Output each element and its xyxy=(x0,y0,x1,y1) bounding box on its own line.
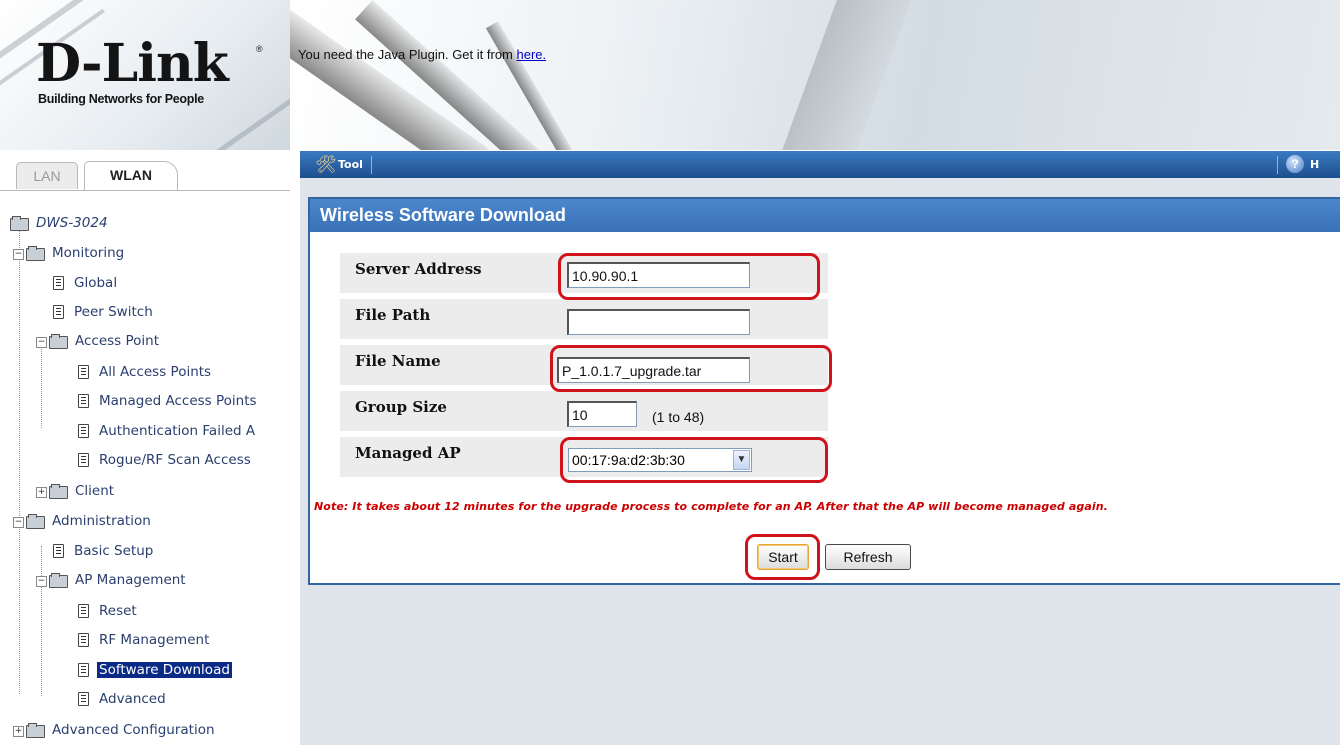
tree-node-peer-switch[interactable]: Peer Switch xyxy=(53,301,155,323)
upgrade-note: Note: It takes about 12 minutes for the … xyxy=(314,500,1108,513)
tree-node-monitoring[interactable]: − Monitoring xyxy=(13,242,126,264)
tree-node-access-point[interactable]: − Access Point xyxy=(36,330,161,352)
folder-icon xyxy=(49,484,68,499)
tree-node-software-download[interactable]: Software Download xyxy=(78,659,232,681)
folder-open-icon xyxy=(26,514,45,529)
refresh-button[interactable]: Refresh xyxy=(825,544,911,570)
page-title: Wireless Software Download xyxy=(320,205,566,225)
tree-node-advanced[interactable]: Advanced xyxy=(78,688,168,710)
start-button[interactable]: Start xyxy=(757,544,809,570)
tree-node-ap-management[interactable]: − AP Management xyxy=(36,569,188,591)
folder-open-icon xyxy=(49,334,68,349)
navigation-frame: D-Link ® Building Networks for People LA… xyxy=(0,0,290,745)
page-icon xyxy=(78,424,89,438)
registered-mark: ® xyxy=(256,44,263,54)
annotation-highlight-filename xyxy=(550,345,832,392)
group-size-range-hint: (1 to 48) xyxy=(652,409,705,425)
page-icon xyxy=(78,365,89,379)
header-banner xyxy=(290,0,1340,150)
tree-node-root[interactable]: DWS-3024 xyxy=(10,212,110,234)
java-plugin-message: You need the Java Plugin. Get it from he… xyxy=(298,47,546,62)
collapse-icon[interactable]: − xyxy=(13,249,24,260)
folder-icon xyxy=(26,723,45,738)
tab-wlan[interactable]: WLAN xyxy=(84,161,178,190)
folder-open-icon xyxy=(26,246,45,261)
annotation-highlight-server xyxy=(558,253,820,300)
tree-node-rogue-rf-scan[interactable]: Rogue/RF Scan Access xyxy=(78,449,253,471)
tab-lan[interactable]: LAN xyxy=(16,162,78,189)
expand-icon[interactable]: + xyxy=(13,726,24,737)
collapse-icon[interactable]: − xyxy=(36,337,47,348)
folder-open-icon xyxy=(49,573,68,588)
collapse-icon[interactable]: − xyxy=(13,517,24,528)
java-message-text: You need the Java Plugin. Get it from xyxy=(298,47,513,62)
page-icon xyxy=(53,276,64,290)
toolbar-divider xyxy=(1277,156,1278,174)
page-icon xyxy=(78,663,89,677)
tool-menu[interactable]: Tool xyxy=(338,158,363,171)
server-address-label: Server Address xyxy=(355,260,482,278)
logo-banner: D-Link ® Building Networks for People xyxy=(0,0,290,150)
annotation-highlight-managed-ap xyxy=(560,437,828,483)
tree-node-all-access-points[interactable]: All Access Points xyxy=(78,361,213,383)
collapse-icon[interactable]: − xyxy=(36,576,47,587)
file-path-label: File Path xyxy=(355,306,431,324)
navigation-tree: DWS-3024 − Monitoring Global Peer Switch … xyxy=(0,196,290,745)
toolbar: 🛠 Tool ? H xyxy=(300,151,1340,179)
folder-icon xyxy=(10,216,29,231)
expand-icon[interactable]: + xyxy=(36,487,47,498)
help-icon[interactable]: ? xyxy=(1286,155,1304,173)
tree-node-managed-access-points[interactable]: Managed Access Points xyxy=(78,390,259,412)
tree-node-global[interactable]: Global xyxy=(53,272,119,294)
tree-node-authentication-failed[interactable]: Authentication Failed A xyxy=(78,420,257,442)
dlink-logo: D-Link xyxy=(36,33,229,94)
tree-node-client[interactable]: + Client xyxy=(36,480,116,502)
managed-ap-label: Managed AP xyxy=(355,444,461,462)
tool-icon[interactable]: 🛠 xyxy=(315,155,337,175)
page-icon xyxy=(78,692,89,706)
page-icon xyxy=(53,544,64,558)
page-icon xyxy=(78,633,89,647)
tree-node-reset[interactable]: Reset xyxy=(78,600,139,622)
tree-node-administration[interactable]: − Administration xyxy=(13,510,153,532)
logo-tagline: Building Networks for People xyxy=(38,92,204,106)
toolbar-divider xyxy=(371,156,372,174)
file-name-label: File Name xyxy=(355,352,441,370)
page-icon xyxy=(78,453,89,467)
page-icon xyxy=(78,394,89,408)
tree-node-advanced-configuration[interactable]: + Advanced Configuration xyxy=(13,719,217,741)
group-size-input[interactable]: 10 xyxy=(567,401,637,427)
tab-bar: LAN WLAN xyxy=(0,150,290,191)
tree-node-rf-management[interactable]: RF Management xyxy=(78,629,211,651)
group-size-label: Group Size xyxy=(355,398,447,416)
help-menu[interactable]: H xyxy=(1310,158,1319,171)
page-icon xyxy=(78,604,89,618)
page-icon xyxy=(53,305,64,319)
tree-node-basic-setup[interactable]: Basic Setup xyxy=(53,540,155,562)
file-path-input[interactable] xyxy=(567,309,750,335)
java-plugin-link[interactable]: here. xyxy=(517,47,547,62)
panel-header: Wireless Software Download xyxy=(310,199,1340,232)
